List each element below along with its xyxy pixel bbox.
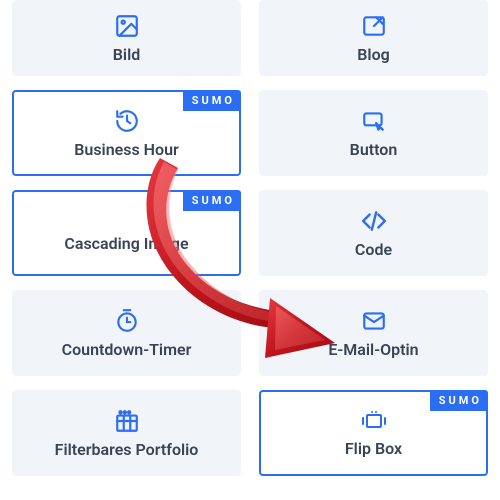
module-label: Bild <box>107 45 146 64</box>
module-label: E-Mail-Optin <box>322 340 424 359</box>
module-business-hour[interactable]: SUMO Business Hour <box>12 90 241 176</box>
module-label: Business Hour <box>68 140 185 159</box>
module-label: Cascading Image <box>58 234 194 253</box>
grid-filter-icon <box>114 408 140 434</box>
module-label: Button <box>344 140 404 159</box>
module-blog[interactable]: Blog <box>259 0 488 76</box>
blog-icon <box>361 13 387 39</box>
module-flip-box[interactable]: SUMO Flip Box <box>259 390 488 476</box>
sumo-badge: SUMO <box>183 190 241 211</box>
module-label: Blog <box>351 45 395 64</box>
cursor-click-icon <box>361 108 387 134</box>
module-label: Flip Box <box>339 439 408 458</box>
sumo-badge: SUMO <box>183 90 241 111</box>
module-countdown-timer[interactable]: Countdown-Timer <box>12 290 241 376</box>
module-email-optin[interactable]: E-Mail-Optin <box>259 290 488 376</box>
module-label: Filterbares Portfolio <box>49 440 205 459</box>
mail-icon <box>361 308 387 334</box>
module-label: Countdown-Timer <box>56 340 198 359</box>
module-cascading-image[interactable]: SUMO Cascading Image <box>12 190 241 276</box>
module-label: Code <box>349 240 398 259</box>
module-grid: Bild Blog SUMO Business Hour Button SUMO… <box>0 0 500 484</box>
sumo-badge: SUMO <box>430 390 488 411</box>
flip-box-icon <box>359 409 389 433</box>
timer-icon <box>114 308 140 334</box>
module-bild[interactable]: Bild <box>12 0 241 76</box>
module-button[interactable]: Button <box>259 90 488 176</box>
module-filterbares-portfolio[interactable]: Filterbares Portfolio <box>12 390 241 476</box>
code-icon <box>361 208 387 234</box>
module-code[interactable]: Code <box>259 190 488 276</box>
image-icon <box>114 13 140 39</box>
clock-history-icon <box>114 108 140 134</box>
